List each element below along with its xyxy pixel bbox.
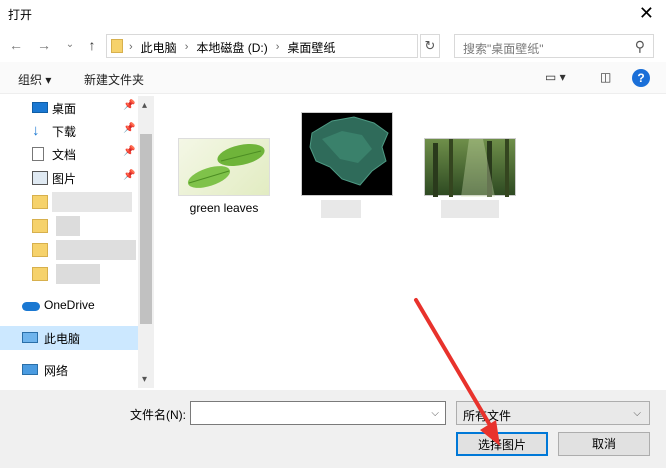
folder-icon [32, 219, 48, 233]
picture-icon [32, 171, 48, 185]
folder-icon [32, 195, 48, 209]
back-arrow-icon[interactable]: ← [6, 34, 26, 56]
folder-icon [111, 39, 123, 53]
pin-icon: 📌 [123, 146, 136, 157]
open-button[interactable]: 选择图片 [456, 432, 548, 456]
filetype-select[interactable]: 所有文件 ⌵ [456, 401, 650, 425]
sidebar-item-desktop[interactable]: 桌面 📌 [0, 96, 138, 120]
navigation-pane: 桌面 📌 ↓ 下载 📌 文档 📌 图片 📌 OneDrive 此电脑 网络 [0, 96, 155, 388]
pin-icon: 📌 [123, 170, 136, 181]
map-thumbnail[interactable] [301, 112, 393, 196]
forest-thumbnail-art [433, 139, 509, 197]
blurred-label [56, 240, 136, 260]
breadcrumb-separator[interactable]: › [185, 41, 189, 53]
title-bar: 打开 ✕ [0, 0, 666, 28]
sidebar-item-label: 文档 [52, 148, 77, 162]
search-box[interactable]: 搜索"桌面壁纸" ⚲ [454, 34, 654, 58]
sidebar-item-folder[interactable] [0, 190, 138, 214]
scroll-up-icon[interactable]: ▴ [142, 100, 147, 111]
map-thumbnail-art [309, 116, 389, 186]
folder-icon [32, 267, 48, 281]
computer-icon [22, 332, 38, 343]
up-arrow-icon[interactable]: ↑ [82, 34, 102, 56]
dialog-footer: 文件名(N): ⌵ 所有文件 ⌵ 选择图片 取消 [0, 390, 666, 468]
sidebar-item-documents[interactable]: 文档 📌 [0, 142, 138, 166]
breadcrumb-item[interactable]: 本地磁盘 (D:) [196, 39, 267, 56]
breadcrumb-separator: › [129, 41, 133, 53]
cancel-button[interactable]: 取消 [558, 432, 650, 456]
pin-icon: 📌 [123, 123, 136, 134]
search-input[interactable]: 搜索"桌面壁纸" [463, 40, 544, 57]
document-icon [32, 147, 44, 161]
toolbar: 组织 ▾ 新建文件夹 ▭ ▾ ◫ ? [0, 62, 666, 94]
sidebar-item-downloads[interactable]: ↓ 下载 📌 [0, 119, 138, 143]
pin-icon: 📌 [123, 100, 136, 111]
refresh-icon[interactable]: ↻ [420, 34, 440, 58]
forest-thumbnail[interactable] [424, 138, 516, 197]
breadcrumb-item[interactable]: 桌面壁纸 [287, 39, 335, 56]
breadcrumb: › 此电脑 › 本地磁盘 (D:) › 桌面壁纸 [129, 39, 335, 55]
filetype-value: 所有文件 [463, 409, 512, 423]
download-icon: ↓ [32, 122, 40, 139]
sidebar-scrollbar-thumb[interactable] [140, 134, 152, 324]
recent-locations-icon[interactable]: ⌄ [60, 34, 80, 56]
leaves-thumbnail[interactable] [178, 138, 270, 196]
sidebar-item-folder[interactable] [0, 214, 138, 238]
sidebar-item-network[interactable]: 网络 [0, 358, 138, 382]
blurred-label [56, 264, 100, 284]
sidebar-item-folder[interactable] [0, 262, 138, 286]
folder-icon [32, 243, 48, 257]
help-icon[interactable]: ? [632, 69, 650, 87]
leaves-thumbnail-art [187, 144, 265, 188]
breadcrumb-separator[interactable]: › [276, 41, 280, 53]
network-icon [22, 364, 38, 375]
chevron-down-icon[interactable]: ⌵ [431, 408, 439, 419]
organize-button[interactable]: 组织 ▾ [18, 71, 51, 88]
sidebar-item-pictures[interactable]: 图片 📌 [0, 166, 138, 190]
file-name[interactable]: green leaves [174, 201, 274, 215]
blurred-label [56, 216, 80, 236]
view-options-icon[interactable]: ▭ ▾ [545, 70, 566, 84]
sidebar-item-this-pc[interactable]: 此电脑 [0, 326, 138, 350]
scroll-down-icon[interactable]: ▾ [142, 374, 147, 385]
sidebar-item-label: 网络 [44, 364, 69, 378]
chevron-down-icon[interactable]: ⌵ [633, 408, 641, 419]
sidebar-item-onedrive[interactable]: OneDrive [0, 294, 138, 318]
breadcrumb-item[interactable]: 此电脑 [141, 39, 177, 56]
sidebar-item-folder[interactable] [0, 238, 138, 262]
window-title: 打开 [8, 8, 33, 22]
blurred-label [321, 200, 361, 218]
sidebar-item-label: 此电脑 [44, 332, 81, 346]
desktop-icon [32, 102, 48, 113]
onedrive-icon [22, 302, 40, 311]
search-icon[interactable]: ⚲ [635, 38, 645, 55]
file-list: green leaves [156, 96, 666, 388]
filename-label: 文件名(N): [130, 408, 186, 422]
sidebar-item-label: 桌面 [52, 102, 77, 116]
blurred-label [52, 192, 132, 212]
new-folder-button[interactable]: 新建文件夹 [84, 71, 144, 88]
address-bar[interactable]: › 此电脑 › 本地磁盘 (D:) › 桌面壁纸 ⌵ [106, 34, 518, 58]
sidebar-item-label: 下载 [52, 125, 77, 139]
navigation-bar: ← → ⌄ ↑ › 此电脑 › 本地磁盘 (D:) › 桌面壁纸 ⌵ ↻ 搜索"… [0, 30, 666, 60]
blurred-label [441, 200, 499, 218]
filename-input[interactable]: ⌵ [190, 401, 446, 425]
sidebar-item-label: 图片 [52, 172, 77, 186]
forward-arrow-icon[interactable]: → [34, 34, 54, 56]
preview-pane-icon[interactable]: ◫ [600, 70, 611, 84]
close-icon[interactable]: ✕ [639, 3, 654, 24]
sidebar-item-label: OneDrive [44, 298, 95, 312]
